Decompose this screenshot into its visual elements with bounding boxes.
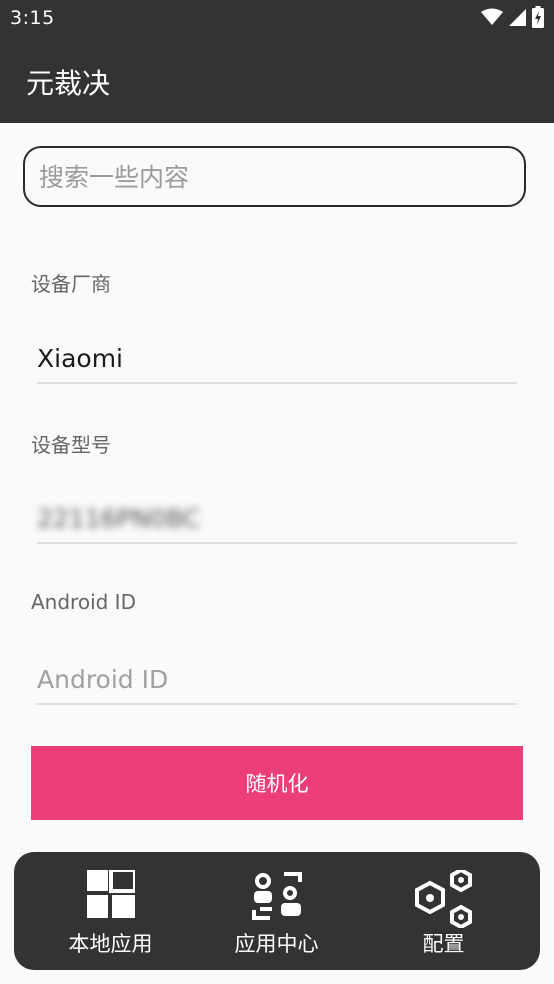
grid-apps-icon <box>86 868 137 922</box>
status-icons <box>481 6 544 32</box>
app-bar: 元裁决 <box>0 38 554 123</box>
nav-label-local-apps: 本地应用 <box>68 932 153 956</box>
manufacturer-input[interactable] <box>37 338 517 378</box>
model-label: 设备型号 <box>31 433 111 457</box>
randomize-button[interactable]: 随机化 <box>31 746 523 820</box>
signal-icon <box>509 8 526 30</box>
search-input[interactable] <box>37 148 511 207</box>
wifi-icon <box>481 8 503 30</box>
android-id-input[interactable] <box>37 659 517 699</box>
nav-label-config: 配置 <box>422 932 465 956</box>
model-field[interactable] <box>37 496 517 544</box>
app-center-icon <box>250 870 304 926</box>
search-box[interactable] <box>23 146 526 207</box>
nav-item-app-center[interactable]: 应用中心 <box>189 852 364 970</box>
battery-charging-icon <box>532 6 544 32</box>
manufacturer-field[interactable] <box>37 336 517 384</box>
status-bar: 3:15 <box>0 0 554 38</box>
hexagon-settings-icon <box>414 867 473 932</box>
model-input[interactable] <box>37 498 517 538</box>
android-id-label: Android ID <box>31 590 136 614</box>
nav-item-config[interactable]: 配置 <box>356 852 531 970</box>
status-time: 3:15 <box>10 7 55 29</box>
manufacturer-label: 设备厂商 <box>31 272 111 296</box>
android-id-field[interactable] <box>37 657 517 705</box>
nav-label-app-center: 应用中心 <box>234 932 319 956</box>
app-title: 元裁决 <box>26 67 111 100</box>
bottom-nav: 本地应用 应用中心 配置 <box>14 852 540 970</box>
nav-item-local-apps[interactable]: 本地应用 <box>23 852 198 970</box>
